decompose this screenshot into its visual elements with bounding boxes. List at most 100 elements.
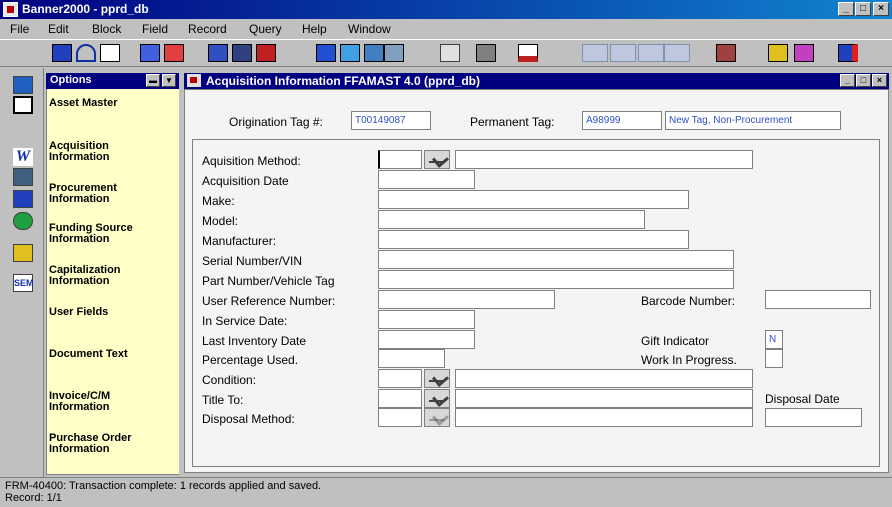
note-icon[interactable]	[794, 44, 814, 62]
menu-record[interactable]: Record	[188, 22, 227, 36]
work-in-progress-field[interactable]	[765, 349, 783, 368]
insert-record-icon[interactable]	[208, 44, 228, 62]
acquisition-method-field[interactable]	[378, 150, 422, 169]
menu-edit[interactable]: Edit	[48, 22, 69, 36]
excel-icon[interactable]	[13, 168, 33, 186]
option-asset-master[interactable]: Asset Master	[49, 98, 117, 109]
serial-number-label: Serial Number/VIN	[202, 254, 303, 268]
menu-query[interactable]: Query	[249, 22, 282, 36]
last-inventory-date-field[interactable]	[378, 330, 475, 349]
option-acquisition-information[interactable]: Acquisition Information	[49, 141, 139, 163]
app-title-bar: Banner2000 - pprd_db _ □ ×	[0, 0, 892, 19]
directory-icon[interactable]	[13, 244, 33, 262]
printer-icon[interactable]	[476, 44, 496, 62]
form-minimize-button[interactable]: _	[840, 74, 855, 87]
title-to-lov-icon[interactable]	[424, 389, 450, 408]
make-field[interactable]	[378, 190, 689, 209]
work-in-progress-label: Work In Progress.	[641, 353, 737, 367]
barcode-label: Barcode Number:	[641, 294, 736, 308]
option-purchase-order-information[interactable]: Purchase Order Information	[49, 433, 149, 455]
options-minimize-button[interactable]: ▬	[146, 74, 160, 87]
option-procurement-information[interactable]: Procurement Information	[49, 183, 139, 205]
grid-icon[interactable]	[13, 96, 33, 114]
menu-file[interactable]: File	[10, 22, 29, 36]
app-icon	[3, 2, 18, 17]
part-number-label: Part Number/Vehicle Tag	[202, 274, 335, 288]
option-document-text[interactable]: Document Text	[49, 349, 128, 360]
misc-icon[interactable]	[582, 44, 608, 62]
menu-block[interactable]: Block	[92, 22, 121, 36]
condition-description	[455, 369, 753, 388]
misc3-icon[interactable]	[638, 44, 664, 62]
condition-label: Condition:	[202, 373, 257, 387]
disposal-method-field[interactable]	[378, 408, 422, 427]
option-capitalization-information[interactable]: Capitalization Information	[49, 265, 149, 287]
permanent-tag-field[interactable]: A98999	[582, 111, 662, 130]
window-icon[interactable]	[716, 44, 736, 62]
sem-icon[interactable]: SEM	[13, 274, 34, 292]
query-icon[interactable]	[384, 44, 404, 62]
part-number-field[interactable]	[378, 270, 734, 289]
globe-icon[interactable]	[13, 212, 33, 230]
condition-field[interactable]	[378, 369, 422, 388]
form-title: Acquisition Information FFAMAST 4.0 (ppr…	[206, 74, 480, 88]
form-maximize-button[interactable]: □	[856, 74, 871, 87]
options-panel: Asset Master Acquisition Information Pro…	[46, 89, 179, 475]
in-service-date-field[interactable]	[378, 310, 475, 329]
option-funding-source-information[interactable]: Funding Source Information	[49, 223, 159, 245]
menu-window[interactable]: Window	[348, 22, 391, 36]
option-user-fields[interactable]: User Fields	[49, 307, 108, 318]
acquisition-method-lov-icon[interactable]	[424, 150, 450, 169]
misc4-icon[interactable]	[664, 44, 690, 62]
next-block-icon[interactable]	[164, 44, 184, 62]
exit-icon[interactable]	[100, 44, 120, 62]
condition-lov-icon[interactable]	[424, 369, 450, 388]
app-title: Banner2000 - pprd_db	[22, 2, 149, 16]
acquisition-date-label: Acquisition Date	[202, 174, 289, 188]
print-icon[interactable]	[340, 44, 360, 62]
title-to-description	[455, 389, 753, 408]
origination-tag-field[interactable]: T00149087	[351, 111, 431, 130]
rollback-icon[interactable]	[76, 44, 96, 62]
barcode-field[interactable]	[765, 290, 871, 309]
disposal-method-lov-icon[interactable]	[424, 408, 450, 427]
menu-field[interactable]: Field	[142, 22, 168, 36]
save-icon[interactable]	[52, 44, 72, 62]
status-bar: FRM-40400: Transaction complete: 1 recor…	[0, 477, 892, 507]
form-close-button[interactable]: ×	[872, 74, 887, 87]
calendar-icon[interactable]	[13, 76, 33, 94]
acquisition-date-field[interactable]	[378, 170, 475, 189]
options-icon[interactable]	[768, 44, 788, 62]
misc2-icon[interactable]	[610, 44, 636, 62]
gift-indicator-field[interactable]: N	[765, 330, 783, 349]
maximize-button[interactable]: □	[855, 2, 871, 16]
title-to-field[interactable]	[378, 389, 422, 408]
delete-record-icon[interactable]	[232, 44, 252, 62]
manufacturer-field[interactable]	[378, 230, 689, 249]
list-values-icon[interactable]	[316, 44, 336, 62]
user-reference-label: User Reference Number:	[202, 294, 336, 308]
edit-icon[interactable]	[440, 44, 460, 62]
help-icon[interactable]	[364, 44, 384, 62]
percentage-used-field[interactable]	[378, 349, 445, 368]
toolbar	[0, 39, 892, 67]
chart-icon[interactable]	[518, 44, 538, 62]
previous-block-icon[interactable]	[140, 44, 160, 62]
disposal-date-label: Disposal Date	[765, 392, 840, 406]
word-icon[interactable]: W	[13, 148, 33, 166]
menu-help[interactable]: Help	[302, 22, 327, 36]
clear-record-icon[interactable]	[256, 44, 276, 62]
menu-bar: File Edit Block Field Record Query Help …	[0, 19, 892, 39]
serial-number-field[interactable]	[378, 250, 734, 269]
model-field[interactable]	[378, 210, 645, 229]
options-arrow-button[interactable]: ▼	[162, 74, 176, 87]
disposal-method-description	[455, 408, 753, 427]
close-button[interactable]: ×	[873, 2, 889, 16]
user-reference-field[interactable]	[378, 290, 555, 309]
permanent-tag-label: Permanent Tag:	[470, 115, 555, 129]
option-invoice-information[interactable]: Invoice/C/M Information	[49, 391, 139, 413]
exit-form-icon[interactable]	[838, 44, 858, 62]
mail-icon[interactable]	[13, 190, 33, 208]
disposal-date-field[interactable]	[765, 408, 862, 427]
minimize-button[interactable]: _	[838, 2, 854, 16]
